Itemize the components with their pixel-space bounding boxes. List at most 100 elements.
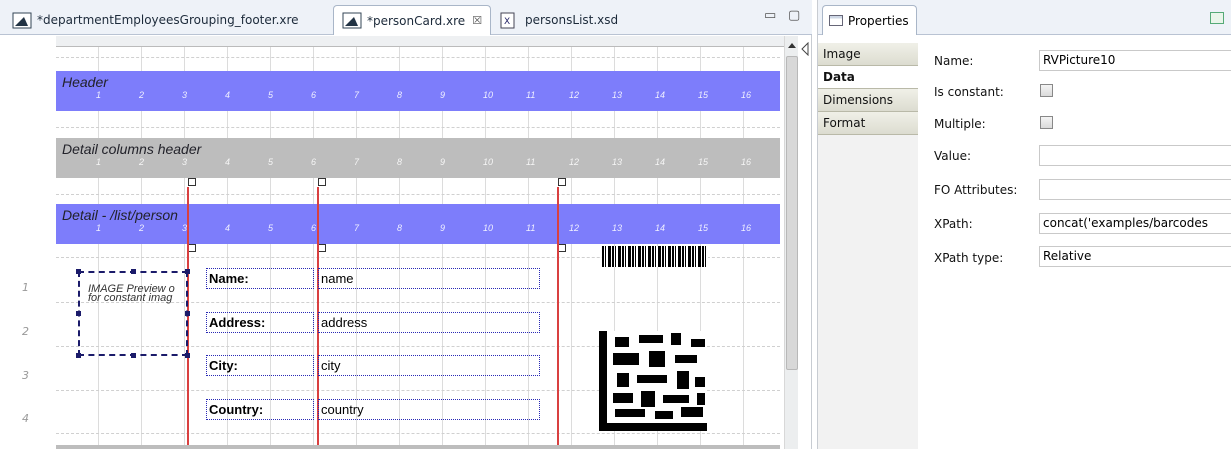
tab-dimensions[interactable]: Dimensions	[818, 89, 918, 112]
header-band[interactable]: Header 1 2 3 4 5 6 7 8 9 10 11 12 13 14 …	[56, 71, 780, 111]
column-number: 15	[698, 157, 709, 167]
field-value[interactable]: country	[318, 399, 540, 420]
field-label[interactable]: Country:	[206, 399, 314, 420]
is-constant-checkbox[interactable]	[1040, 84, 1053, 97]
report-editor: *departmentEmployeesGrouping_footer.xre …	[0, 0, 812, 449]
xpath-label: XPath:	[934, 217, 973, 231]
column-number: 2	[139, 223, 145, 233]
tab-image[interactable]: Image	[818, 43, 918, 66]
detail-band[interactable]: Detail - /list/person 1 2 3 4 5 6 7 8 9 …	[56, 204, 780, 244]
scroll-up-icon[interactable]	[786, 40, 798, 52]
value-label: Value:	[934, 149, 971, 163]
column-number: 4	[225, 223, 231, 233]
close-tab-icon[interactable]: ☒	[472, 14, 482, 27]
selection-handle[interactable]	[185, 353, 190, 358]
maximize-icon[interactable]: ▢	[788, 8, 800, 23]
tab-label: *departmentEmployeesGrouping_footer.xre	[37, 13, 299, 27]
horizontal-ruler	[56, 36, 798, 47]
tab-person-card[interactable]: *personCard.xre ☒	[333, 5, 491, 35]
row-ruler-label: 2	[22, 325, 29, 338]
band-title: Detail columns header	[62, 141, 202, 157]
selection-handle[interactable]	[76, 269, 81, 274]
selection-handle[interactable]	[76, 311, 81, 316]
vertical-scrollbar[interactable]	[784, 36, 798, 449]
column-number: 12	[569, 90, 580, 100]
column-number: 3	[182, 90, 188, 100]
column-number: 15	[698, 90, 709, 100]
row-ruler-label: 1	[22, 281, 29, 294]
linear-barcode-image[interactable]	[602, 246, 708, 267]
properties-icon	[829, 15, 843, 26]
multiple-checkbox[interactable]	[1040, 116, 1053, 129]
column-number: 1	[96, 157, 102, 167]
tab-label: personsList.xsd	[525, 13, 619, 27]
value-field[interactable]	[1039, 145, 1231, 166]
selection-handle[interactable]	[185, 269, 190, 274]
tab-format[interactable]: Format	[818, 112, 918, 135]
column-number: 16	[741, 90, 752, 100]
column-number: 14	[655, 223, 666, 233]
report-file-icon	[12, 12, 32, 29]
column-number: 7	[354, 223, 360, 233]
column-handle[interactable]	[318, 244, 326, 252]
selection-handle[interactable]	[185, 311, 190, 316]
xpath-type-label: XPath type:	[934, 251, 1004, 265]
column-number: 5	[268, 157, 274, 167]
report-page: Header 1 2 3 4 5 6 7 8 9 10 11 12 13 14 …	[56, 47, 780, 449]
image-placeholder-line: for constant imag	[88, 292, 173, 304]
column-number: 4	[225, 90, 231, 100]
detail-columns-header-band[interactable]: Detail columns header 1 2 3 4 5 6 7 8 9 …	[56, 138, 780, 178]
summary-band[interactable]	[56, 445, 780, 449]
column-number: 10	[483, 90, 494, 100]
report-canvas[interactable]: 1 2 3 4 Header 1 2 3 4 5 6 7 8 9 10 11 1…	[0, 36, 798, 449]
grid-line	[56, 127, 780, 128]
column-number: 16	[741, 223, 752, 233]
multiple-label: Multiple:	[934, 117, 986, 131]
column-number: 1	[96, 90, 102, 100]
datamatrix-barcode-image[interactable]	[599, 331, 707, 431]
field-label[interactable]: Name:	[206, 268, 314, 289]
tab-properties[interactable]: Properties	[822, 5, 917, 35]
properties-header: Properties	[818, 0, 1231, 35]
grid-line	[56, 433, 780, 434]
xsd-file-icon: X	[500, 12, 520, 29]
row-ruler-label: 3	[22, 369, 29, 382]
fo-attributes-field[interactable]	[1039, 179, 1231, 200]
name-field[interactable]: RVPicture10	[1039, 50, 1231, 71]
field-value[interactable]: city	[318, 355, 540, 376]
tab-data[interactable]: Data	[818, 66, 918, 89]
scroll-thumb[interactable]	[786, 56, 798, 370]
column-handle[interactable]	[188, 244, 196, 252]
column-number: 16	[741, 157, 752, 167]
grid-line	[56, 57, 780, 58]
xpath-field[interactable]: concat('examples/barcodes	[1039, 213, 1231, 234]
selection-handle[interactable]	[131, 353, 136, 358]
column-handle[interactable]	[558, 244, 566, 252]
column-handle[interactable]	[318, 178, 326, 186]
selection-handle[interactable]	[76, 353, 81, 358]
xpath-type-select[interactable]: Relative	[1039, 246, 1231, 267]
column-numbers: 1 2 3 4 5 6 7 8 9 10 11 12 13 14 15 16	[56, 90, 780, 102]
field-label[interactable]: City:	[206, 355, 314, 376]
field-value[interactable]: address	[318, 312, 540, 333]
field-value[interactable]: name	[318, 268, 540, 289]
tab-label: *personCard.xre	[367, 13, 466, 28]
minimize-icon[interactable]: ▭	[764, 8, 776, 23]
column-boundary[interactable]	[557, 187, 559, 449]
image-element-selected[interactable]: IMAGE Preview o for constant imag	[78, 271, 188, 356]
column-handle[interactable]	[558, 178, 566, 186]
is-constant-label: Is constant:	[934, 85, 1004, 99]
tab-department-employees[interactable]: *departmentEmployeesGrouping_footer.xre	[4, 5, 322, 35]
column-handle[interactable]	[188, 178, 196, 186]
selection-handle[interactable]	[131, 269, 136, 274]
image-placeholder-text: IMAGE Preview o for constant imag	[88, 284, 175, 304]
column-number: 7	[354, 157, 360, 167]
field-label[interactable]: Address:	[206, 312, 314, 333]
column-number: 15	[698, 223, 709, 233]
column-number: 11	[526, 90, 536, 100]
tab-persons-list[interactable]: X personsList.xsd	[492, 5, 622, 35]
vertical-ruler: 1 2 3 4	[0, 36, 56, 449]
pin-icon[interactable]	[1210, 12, 1224, 24]
column-number: 6	[311, 223, 317, 233]
collapse-palette-icon[interactable]	[800, 42, 810, 56]
